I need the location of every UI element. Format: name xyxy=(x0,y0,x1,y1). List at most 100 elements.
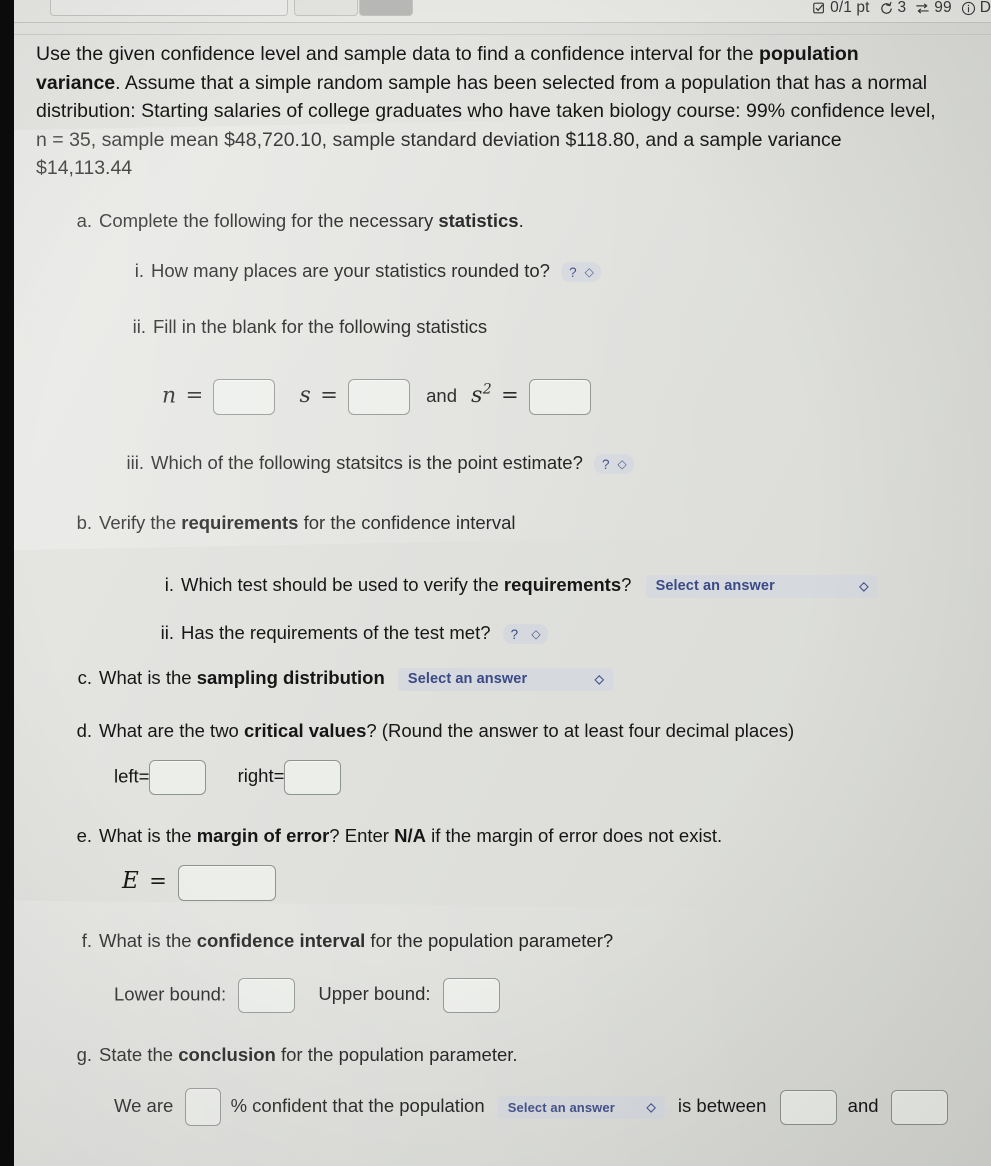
section-b-ii-text: Has the requirements of the test met? xyxy=(181,622,491,643)
screen-surface: 0/1 pt 3 99 D Use the given confidence l… xyxy=(14,0,991,1166)
section-b-i-marker: i. xyxy=(164,574,174,595)
input-margin-of-error[interactable] xyxy=(177,865,276,901)
section-d-text-post: ? (Round the answer to at least four dec… xyxy=(366,720,795,741)
is-between-label: is between xyxy=(677,1094,767,1116)
section-g-bold: conclusion xyxy=(178,1044,276,1065)
chrome-button-1[interactable] xyxy=(294,0,358,16)
section-a-iii: iii. Which of the following statsitcs is … xyxy=(124,450,634,475)
section-b-i: i. Which test should be used to verify th… xyxy=(154,572,878,598)
section-b-marker: b. xyxy=(76,512,92,533)
chevron-updown-icon: ◇ xyxy=(594,672,604,687)
shuffle-arrows-icon xyxy=(915,1,930,16)
attempts-indicator: 3 xyxy=(879,0,907,17)
section-e-marker: e. xyxy=(76,825,92,846)
details-label: D xyxy=(979,0,991,16)
left-critical-label: left= xyxy=(114,765,150,787)
info-circle-icon[interactable] xyxy=(961,1,976,16)
chevron-updown-icon: ◇ xyxy=(859,579,869,594)
we-are-label: We are xyxy=(114,1094,174,1116)
equals-s-squared: = xyxy=(501,383,519,408)
section-a-iii-marker: iii. xyxy=(126,452,144,473)
section-b-i-bold: requirements xyxy=(503,574,622,595)
section-f-marker: f. xyxy=(81,930,92,951)
requirements-met-value: ? xyxy=(510,626,519,642)
input-left-critical-value[interactable] xyxy=(149,760,207,795)
label-E: E xyxy=(122,867,140,894)
chevron-updown-icon: ◇ xyxy=(617,457,627,472)
section-d-marker: d. xyxy=(76,720,92,741)
chevron-updown-icon: ◇ xyxy=(584,265,594,280)
margin-of-error-row: E = xyxy=(122,865,276,901)
input-confidence-percent[interactable] xyxy=(185,1088,222,1126)
point-estimate-select[interactable]: ? ◇ xyxy=(594,454,634,475)
conclusion-parameter-value: Select an answer xyxy=(507,1099,615,1115)
section-b-i-text-pre: Which test should be used to verify the xyxy=(181,574,504,595)
section-b-ii: ii. Has the requirements of the test met?… xyxy=(154,620,548,645)
and-label-statistics: and xyxy=(426,385,458,407)
requirements-test-select[interactable]: Select an answer ◇ xyxy=(645,574,878,598)
section-c-bold: sampling distribution xyxy=(196,667,385,688)
rounding-places-select[interactable]: ? ◇ xyxy=(561,262,601,283)
requirements-met-select[interactable]: ? ◇ xyxy=(502,624,548,645)
section-b-bold: requirements xyxy=(181,512,299,533)
prompt-part-1: Use the given confidence level and sampl… xyxy=(36,43,760,65)
section-c: c. What is the sampling distribution Sele… xyxy=(76,665,613,691)
section-b-heading: b. Verify the requirements for the confid… xyxy=(76,510,516,535)
input-s[interactable] xyxy=(348,379,410,416)
section-b-ii-marker: ii. xyxy=(160,622,174,643)
section-f-bold: confidence interval xyxy=(196,930,366,951)
equals-E: = xyxy=(149,868,167,893)
conclusion-parameter-select[interactable]: Select an answer ◇ xyxy=(497,1095,665,1119)
section-d-text-pre: What are the two xyxy=(99,720,244,741)
section-c-marker: c. xyxy=(77,667,92,688)
label-s: s xyxy=(299,383,312,409)
screen-photo-frame: 0/1 pt 3 99 D Use the given confidence l… xyxy=(0,0,991,1166)
section-e-text-pre: What is the xyxy=(99,825,197,846)
section-a-heading: a. Complete the following for the necessa… xyxy=(76,208,524,233)
section-g-text-pre: State the xyxy=(99,1044,179,1065)
section-a-iii-text: Which of the following statsitcs is the … xyxy=(151,452,583,473)
section-f-text-pre: What is the xyxy=(99,930,197,951)
section-f-heading: f. What is the confidence interval for th… xyxy=(76,928,613,953)
section-e-text-mid: ? Enter xyxy=(329,825,395,846)
section-a-ii: ii. Fill in the blank for the following s… xyxy=(126,314,488,339)
input-s-squared[interactable] xyxy=(528,379,591,416)
input-upper-bound[interactable] xyxy=(442,978,500,1013)
attempts-count: 3 xyxy=(897,0,907,16)
header-divider xyxy=(14,34,991,35)
section-c-text-pre: What is the xyxy=(99,667,197,688)
input-n[interactable] xyxy=(213,379,276,416)
section-a-text-pre: Complete the following for the necessary xyxy=(99,210,439,231)
question-prompt: Use the given confidence level and sampl… xyxy=(36,40,941,183)
section-d-bold: critical values xyxy=(243,720,367,741)
statistics-inputs-row: n = s = and s2 = xyxy=(162,378,591,416)
right-critical-label: right= xyxy=(237,765,285,787)
lower-bound-label: Lower bound: xyxy=(114,983,227,1005)
chevron-updown-icon: ◇ xyxy=(646,1100,656,1114)
prompt-part-2: . Assume that a simple random sample has… xyxy=(36,71,936,180)
section-e-text-post: if the margin of error does not exist. xyxy=(425,825,723,846)
checkbox-square-icon xyxy=(811,1,826,16)
input-conclusion-lower[interactable] xyxy=(779,1089,837,1125)
section-a-i-text: How many places are your statistics roun… xyxy=(151,260,550,281)
point-estimate-value: ? xyxy=(602,456,610,472)
sampling-distribution-select[interactable]: Select an answer ◇ xyxy=(397,667,613,691)
details-indicator[interactable]: D xyxy=(961,0,991,17)
section-a-i-marker: i. xyxy=(134,260,144,281)
section-a-ii-text: Fill in the blank for the following stat… xyxy=(153,316,488,337)
section-b-text-pre: Verify the xyxy=(99,512,182,533)
section-a-i: i. How many places are your statistics ro… xyxy=(124,258,601,283)
input-lower-bound[interactable] xyxy=(238,978,296,1013)
section-a-bold: statistics xyxy=(438,210,519,231)
section-a-ii-marker: ii. xyxy=(132,316,146,337)
shuffle-count: 99 xyxy=(934,0,952,16)
input-right-critical-value[interactable] xyxy=(284,760,342,795)
browser-chrome-strip: 0/1 pt 3 99 D xyxy=(14,0,991,23)
section-e-bold: margin of error xyxy=(196,825,330,846)
chrome-button-2[interactable] xyxy=(359,0,413,16)
label-s-squared-exponent: 2 xyxy=(482,382,492,398)
section-b-i-text-post: ? xyxy=(621,574,632,595)
input-conclusion-upper[interactable] xyxy=(890,1089,948,1125)
confidence-interval-row: Lower bound: Upper bound: xyxy=(114,978,500,1013)
critical-values-row: left= right= xyxy=(114,760,342,795)
